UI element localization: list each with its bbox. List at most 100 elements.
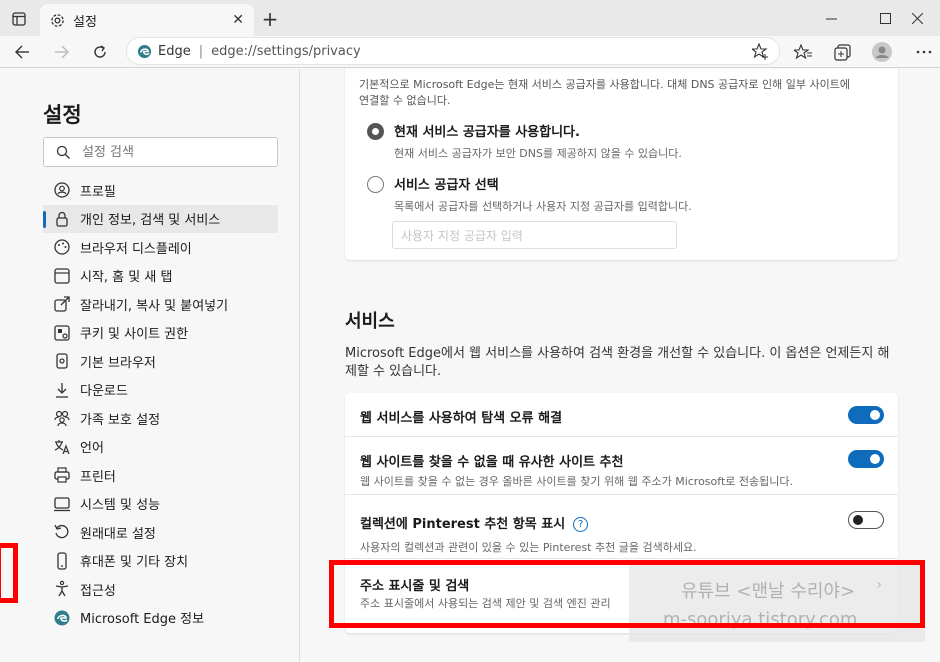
dns-description: 기본적으로 Microsoft Edge는 현재 서비스 공급자를 사용합니다.… xyxy=(359,78,850,107)
help-icon[interactable]: ? xyxy=(573,517,589,532)
sidebar-item-label: 잘라내기, 복사 및 붙여넣기 xyxy=(80,298,229,314)
highlight-box-left xyxy=(0,543,18,603)
edge-icon xyxy=(53,609,71,627)
edge-icon xyxy=(137,44,152,58)
search-input[interactable] xyxy=(82,144,262,160)
share-icon xyxy=(53,295,71,313)
option-sub: 목록에서 공급자를 선택하거나 사용자 지정 공급자를 입력합니다. xyxy=(394,200,692,213)
sidebar-item-label: 휴대폰 및 기타 장치 xyxy=(80,555,189,571)
sidebar-item[interactable]: 쿠키 및 사이트 권한 xyxy=(43,319,278,348)
minimize-icon[interactable] xyxy=(808,0,854,36)
dns-option-current[interactable]: 현재 서비스 공급자를 사용합니다. 현재 서비스 공급자가 보안 DNS를 제… xyxy=(367,121,682,161)
option-title: 현재 서비스 공급자를 사용합니다. xyxy=(394,125,580,140)
option-title: 서비스 공급자 선택 xyxy=(394,178,499,193)
tab-actions-icon[interactable] xyxy=(6,8,32,30)
refresh-icon[interactable] xyxy=(88,40,112,64)
sidebar-item-label: 접근성 xyxy=(80,583,116,599)
sidebar-item[interactable]: 시스템 및 성능 xyxy=(43,490,278,519)
collections-icon[interactable] xyxy=(830,41,854,63)
sidebar-item-label: 언어 xyxy=(80,441,104,457)
cookie-icon xyxy=(53,324,71,342)
window-close-icon[interactable] xyxy=(894,0,940,36)
sidebar-item-label: 가족 보호 설정 xyxy=(80,412,161,428)
lock-icon xyxy=(53,210,71,228)
sidebar-nav: 프로필개인 정보, 검색 및 서비스브라우저 디스플레이시작, 홈 및 새 탭잘… xyxy=(43,176,278,632)
add-favorite-icon[interactable] xyxy=(750,42,769,64)
sidebar-item[interactable]: 개인 정보, 검색 및 서비스 xyxy=(43,204,278,233)
profile-icon xyxy=(53,181,71,199)
tab-settings[interactable]: 설정 ✕ xyxy=(40,4,254,36)
gear-icon xyxy=(51,13,64,27)
settings-sidebar: 설정 프로필개인 정보, 검색 및 서비스브라우저 디스플레이시작, 홈 및 새… xyxy=(0,69,300,662)
dns-option-choose[interactable]: 서비스 공급자 선택 목록에서 공급자를 선택하거나 사용자 지정 공급자를 입… xyxy=(367,174,692,214)
download-icon xyxy=(53,381,71,399)
sidebar-item-label: 브라우저 디스플레이 xyxy=(80,241,192,257)
favorites-icon[interactable] xyxy=(791,41,815,63)
sidebar-item-label: 쿠키 및 사이트 권한 xyxy=(80,327,189,343)
sidebar-item-label: 개인 정보, 검색 및 서비스 xyxy=(80,213,221,229)
sidebar-item[interactable]: 기본 브라우저 xyxy=(43,347,278,376)
pinterest-toggle[interactable] xyxy=(848,511,884,529)
sidebar-item-label: Microsoft Edge 정보 xyxy=(80,612,205,628)
row-title: 웹 사이트를 찾을 수 없을 때 유사한 사이트 추천 xyxy=(360,455,624,470)
settings-main: 기본적으로 Microsoft Edge는 현재 서비스 공급자를 사용합니다.… xyxy=(301,69,940,662)
services-description: Microsoft Edge에서 웹 서비스를 사용하여 검색 환경을 개선할 … xyxy=(345,346,890,379)
printer-icon xyxy=(53,466,71,484)
sidebar-item-label: 기본 브라우저 xyxy=(80,355,156,371)
sidebar-item[interactable]: Microsoft Edge 정보 xyxy=(43,604,278,633)
new-tab-button[interactable]: + xyxy=(258,8,282,32)
title-bar: 설정 ✕ + xyxy=(0,0,940,36)
radio-current[interactable] xyxy=(367,123,384,140)
settings-row-similar-sites[interactable]: 웹 사이트를 찾을 수 없을 때 유사한 사이트 추천 웹 사이트를 찾을 수 … xyxy=(345,437,898,495)
sidebar-item-label: 다운로드 xyxy=(80,384,128,400)
sidebar-item[interactable]: 프린터 xyxy=(43,461,278,490)
more-options-icon[interactable] xyxy=(912,41,936,63)
sidebar-item[interactable]: 언어 xyxy=(43,433,278,462)
page-title: 설정 xyxy=(43,103,82,127)
accessibility-icon xyxy=(53,580,71,598)
phone-icon xyxy=(53,552,71,570)
option-sub: 현재 서비스 공급자가 보안 DNS를 제공하지 않을 수 있습니다. xyxy=(394,147,682,160)
forward-icon[interactable] xyxy=(50,40,74,64)
address-separator: | xyxy=(198,43,204,59)
sidebar-item[interactable]: 다운로드 xyxy=(43,376,278,405)
settings-row-pinterest[interactable]: 컬렉션에 Pinterest 추천 항목 표시? 사용자의 컬렉션과 관련이 있… xyxy=(345,495,898,559)
dns-card: 기본적으로 Microsoft Edge는 현재 서비스 공급자를 사용합니다.… xyxy=(345,69,898,260)
sidebar-item[interactable]: 시작, 홈 및 새 탭 xyxy=(43,262,278,291)
settings-row-nav-errors[interactable]: 웹 서비스를 사용하여 탐색 오류 해결 xyxy=(345,393,898,437)
nav-errors-toggle[interactable] xyxy=(848,406,884,424)
search-icon xyxy=(56,145,70,159)
settings-search[interactable] xyxy=(43,137,278,167)
row-sub: 웹 사이트를 찾을 수 없는 경우 올바른 사이트를 찾기 위해 웹 주소가 M… xyxy=(360,475,793,488)
back-icon[interactable] xyxy=(10,40,34,64)
sidebar-item[interactable]: 원래대로 설정 xyxy=(43,518,278,547)
custom-provider-input[interactable]: 사용자 지정 공급자 입력 xyxy=(392,221,677,249)
avatar[interactable] xyxy=(870,41,894,63)
address-bar[interactable]: Edge | edge://settings/privacy xyxy=(126,37,780,65)
tab-close-icon[interactable]: ✕ xyxy=(232,12,244,28)
sidebar-item-label: 원래대로 설정 xyxy=(80,526,156,542)
radio-choose[interactable] xyxy=(367,176,384,193)
sidebar-item[interactable]: 잘라내기, 복사 및 붙여넣기 xyxy=(43,290,278,319)
browser-icon xyxy=(53,352,71,370)
sidebar-item-label: 시작, 홈 및 새 탭 xyxy=(80,270,173,286)
family-icon xyxy=(53,409,71,427)
sidebar-item[interactable]: 휴대폰 및 기타 장치 xyxy=(43,547,278,576)
sidebar-item-label: 프린터 xyxy=(80,469,116,485)
sidebar-item[interactable]: 가족 보호 설정 xyxy=(43,404,278,433)
row-title: 웹 서비스를 사용하여 탐색 오류 해결 xyxy=(360,411,563,426)
system-icon xyxy=(53,495,71,513)
toolbar: Edge | edge://settings/privacy xyxy=(0,36,940,68)
sidebar-item[interactable]: 브라우저 디스플레이 xyxy=(43,233,278,262)
row-title-text: 컬렉션에 Pinterest 추천 항목 표시 xyxy=(360,517,566,532)
sidebar-item-label: 시스템 및 성능 xyxy=(80,498,161,514)
highlight-box xyxy=(329,560,925,628)
url-text: edge://settings/privacy xyxy=(211,43,361,59)
tab-title: 설정 xyxy=(73,14,97,30)
sidebar-item[interactable]: 접근성 xyxy=(43,575,278,604)
sidebar-item[interactable]: 프로필 xyxy=(43,176,278,205)
address-brand: Edge xyxy=(158,43,191,59)
similar-sites-toggle[interactable] xyxy=(848,450,884,468)
home-icon xyxy=(53,267,71,285)
reset-icon xyxy=(53,523,71,541)
